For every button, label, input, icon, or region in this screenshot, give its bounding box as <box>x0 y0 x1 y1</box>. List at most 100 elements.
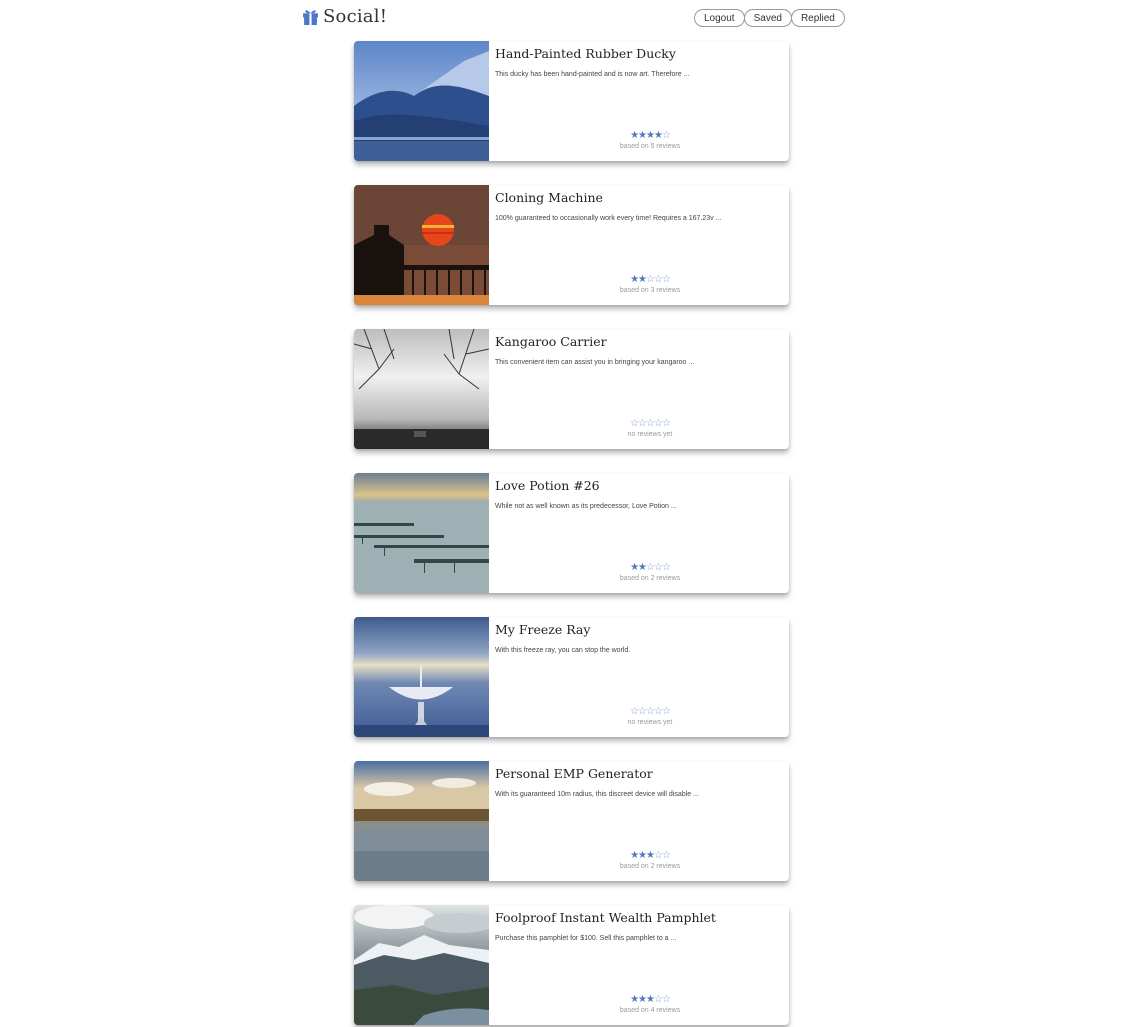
replied-button[interactable]: Replied <box>790 9 845 27</box>
star-empty-icon: ☆ <box>646 418 655 429</box>
star-full-icon: ★ <box>630 562 639 573</box>
star-empty-icon: ☆ <box>661 706 671 717</box>
star-empty-icon: ☆ <box>653 850 663 861</box>
item-body: Love Potion #26 While not as well known … <box>495 473 783 593</box>
item-description: With its guaranteed 10m radius, this dis… <box>495 791 699 798</box>
star-empty-icon: ☆ <box>638 418 647 429</box>
review-count: based on 2 reviews <box>619 863 681 870</box>
item-card-kangaroo-carrier[interactable]: Kangaroo Carrier This convenient item ca… <box>354 329 789 449</box>
star-full-icon: ★ <box>646 994 655 1005</box>
item-rating: ★★☆☆☆ based on 3 reviews <box>575 275 725 295</box>
radio-telescope-photo <box>354 617 489 737</box>
gift-icon <box>303 10 318 25</box>
foggy-trees-photo <box>354 329 489 449</box>
star-empty-icon: ☆ <box>661 850 671 861</box>
item-card-wealth-pamphlet[interactable]: Foolproof Instant Wealth Pamphlet Purcha… <box>354 905 789 1025</box>
item-rating: ☆☆☆☆☆ no reviews yet <box>575 419 725 439</box>
star-empty-icon: ☆ <box>653 562 663 573</box>
item-title[interactable]: My Freeze Ray <box>495 622 590 637</box>
saved-button[interactable]: Saved <box>743 9 792 27</box>
star-empty-icon: ☆ <box>630 706 639 717</box>
star-full-icon: ★ <box>653 130 663 141</box>
top-bar: Social! Logout Saved Replied <box>0 0 1130 34</box>
star-empty-icon: ☆ <box>630 418 639 429</box>
item-card-cloning-machine[interactable]: Cloning Machine 100% guaranteed to occas… <box>354 185 789 305</box>
star-rating: ☆☆☆☆☆ <box>575 419 725 429</box>
item-thumbnail[interactable] <box>354 185 489 305</box>
star-rating: ★★☆☆☆ <box>575 275 725 285</box>
item-title[interactable]: Love Potion #26 <box>495 478 600 493</box>
star-empty-icon: ☆ <box>653 274 663 285</box>
item-title[interactable]: Kangaroo Carrier <box>495 334 607 349</box>
star-full-icon: ★ <box>638 994 647 1005</box>
item-card-rubber-ducky[interactable]: Hand-Painted Rubber Ducky This ducky has… <box>354 41 789 161</box>
review-count: based on 5 reviews <box>619 143 681 150</box>
snowy-mountains-photo <box>354 905 489 1025</box>
item-card-emp-generator[interactable]: Personal EMP Generator With its guarante… <box>354 761 789 881</box>
star-empty-icon: ☆ <box>653 994 663 1005</box>
item-title[interactable]: Personal EMP Generator <box>495 766 653 781</box>
star-rating: ☆☆☆☆☆ <box>575 707 725 717</box>
item-thumbnail[interactable] <box>354 761 489 881</box>
item-rating: ★★★☆☆ based on 2 reviews <box>575 851 725 871</box>
star-empty-icon: ☆ <box>646 706 655 717</box>
star-empty-icon: ☆ <box>661 994 671 1005</box>
star-empty-icon: ☆ <box>661 274 671 285</box>
item-thumbnail[interactable] <box>354 473 489 593</box>
star-full-icon: ★ <box>630 130 639 141</box>
item-thumbnail[interactable] <box>354 905 489 1025</box>
star-full-icon: ★ <box>646 850 655 861</box>
star-full-icon: ★ <box>630 994 639 1005</box>
star-empty-icon: ☆ <box>653 418 663 429</box>
item-description: This ducky has been hand-painted and is … <box>495 71 690 78</box>
item-thumbnail[interactable] <box>354 329 489 449</box>
item-title[interactable]: Foolproof Instant Wealth Pamphlet <box>495 910 716 925</box>
coastline-photo <box>354 761 489 881</box>
item-body: My Freeze Ray With this freeze ray, you … <box>495 617 783 737</box>
item-card-freeze-ray[interactable]: My Freeze Ray With this freeze ray, you … <box>354 617 789 737</box>
star-empty-icon: ☆ <box>638 706 647 717</box>
item-body: Hand-Painted Rubber Ducky This ducky has… <box>495 41 783 161</box>
star-rating: ★★☆☆☆ <box>575 563 725 573</box>
item-body: Kangaroo Carrier This convenient item ca… <box>495 329 783 449</box>
item-rating: ☆☆☆☆☆ no reviews yet <box>575 707 725 727</box>
brand[interactable]: Social! <box>302 6 387 27</box>
review-count: based on 2 reviews <box>619 575 681 582</box>
star-empty-icon: ☆ <box>646 274 655 285</box>
star-empty-icon: ☆ <box>646 562 655 573</box>
item-rating: ★★★☆☆ based on 4 reviews <box>575 995 725 1015</box>
star-full-icon: ★ <box>630 274 639 285</box>
star-empty-icon: ☆ <box>661 562 671 573</box>
item-description: With this freeze ray, you can stop the w… <box>495 647 631 654</box>
star-full-icon: ★ <box>638 850 647 861</box>
item-description: This convenient item can assist you in b… <box>495 359 695 366</box>
item-body: Personal EMP Generator With its guarante… <box>495 761 783 881</box>
review-count: based on 4 reviews <box>619 1007 681 1014</box>
star-empty-icon: ☆ <box>661 418 671 429</box>
item-title[interactable]: Hand-Painted Rubber Ducky <box>495 46 676 61</box>
star-full-icon: ★ <box>638 274 647 285</box>
item-title[interactable]: Cloning Machine <box>495 190 603 205</box>
star-rating: ★★★★☆ <box>575 131 725 141</box>
item-thumbnail[interactable] <box>354 41 489 161</box>
star-full-icon: ★ <box>630 850 639 861</box>
item-description: While not as well known as its predecess… <box>495 503 677 510</box>
star-rating: ★★★☆☆ <box>575 851 725 861</box>
mountain-lake-photo <box>354 41 489 161</box>
sunset-pier-photo <box>354 185 489 305</box>
item-description: 100% guaranteed to occasionally work eve… <box>495 215 722 222</box>
star-full-icon: ★ <box>638 562 647 573</box>
star-full-icon: ★ <box>638 130 647 141</box>
brand-title: Social! <box>323 6 388 27</box>
item-rating: ★★☆☆☆ based on 2 reviews <box>575 563 725 583</box>
item-body: Cloning Machine 100% guaranteed to occas… <box>495 185 783 305</box>
item-thumbnail[interactable] <box>354 617 489 737</box>
logout-button[interactable]: Logout <box>694 9 745 27</box>
star-rating: ★★★☆☆ <box>575 995 725 1005</box>
nav-buttons: Logout Saved Replied <box>694 9 845 27</box>
item-description: Purchase this pamphlet for $100. Sell th… <box>495 935 677 942</box>
star-full-icon: ★ <box>646 130 655 141</box>
item-rating: ★★★★☆ based on 5 reviews <box>575 131 725 151</box>
item-card-love-potion[interactable]: Love Potion #26 While not as well known … <box>354 473 789 593</box>
star-empty-icon: ☆ <box>661 130 671 141</box>
